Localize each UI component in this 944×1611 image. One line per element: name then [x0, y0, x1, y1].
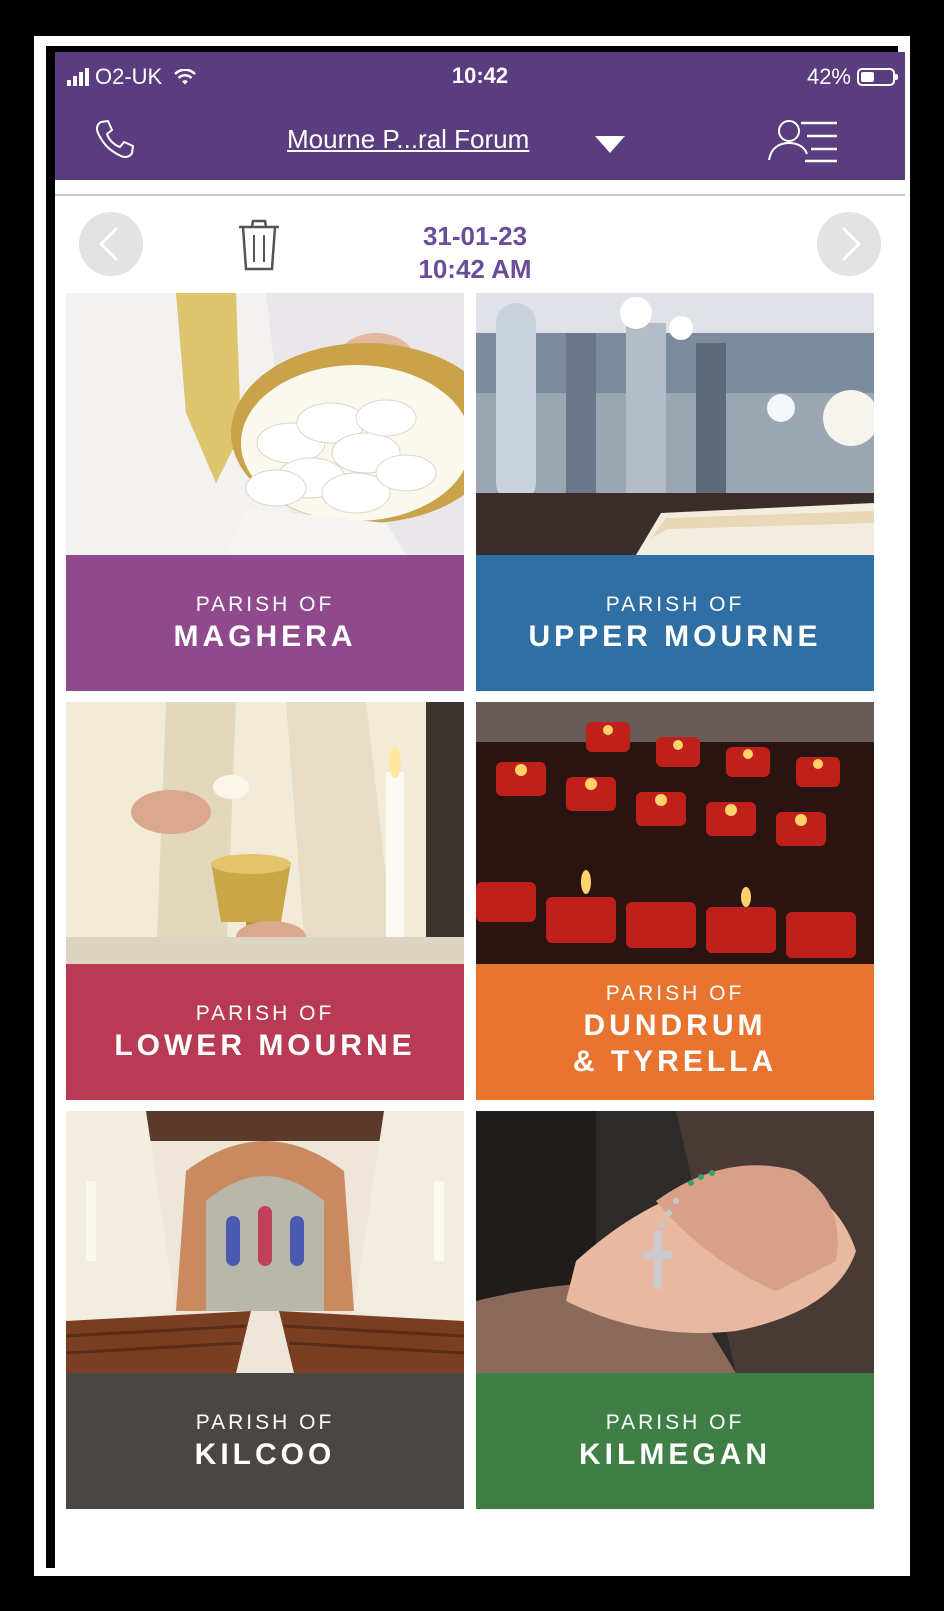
parish-name-line2: & TYRELLA [572, 1045, 778, 1078]
parish-prefix: PARISH OF [195, 593, 335, 616]
parish-tile-upper-mourne[interactable]: PARISH OF UPPER MOURNE [476, 293, 874, 691]
praying-hands-rosary-photo [476, 1111, 874, 1373]
battery-group: 42% [806, 64, 898, 90]
parish-name: KILMEGAN [579, 1438, 771, 1471]
parish-prefix: PARISH OF [195, 1002, 335, 1025]
votive-candles-photo [476, 702, 874, 964]
app-screen: O2-UK 10:42 42% Mourne P...ral Forum 31-… [55, 52, 905, 1571]
arrow-left-icon[interactable] [79, 212, 143, 276]
parish-label-lower-mourne: PARISH OF LOWER MOURNE [66, 964, 464, 1100]
forum-title-dropdown[interactable]: Mourne P...ral Forum [287, 124, 529, 155]
parish-tile-kilmegan[interactable]: PARISH OF KILMEGAN [476, 1111, 874, 1509]
parish-tile-lower-mourne[interactable]: PARISH OF LOWER MOURNE [66, 702, 464, 1100]
post-date: 31-01-23 [422, 221, 528, 251]
status-bar: O2-UK 10:42 42% [55, 52, 905, 104]
parish-name: KILCOO [194, 1438, 336, 1471]
battery-percent: 42% [806, 64, 851, 89]
top-bar: O2-UK 10:42 42% Mourne P...ral Forum [55, 52, 905, 180]
church-nave-photo [66, 1111, 464, 1373]
phone-icon[interactable] [91, 116, 139, 164]
parish-prefix: PARISH OF [605, 982, 745, 1005]
arrow-right-icon[interactable] [817, 212, 881, 276]
parish-label-maghera: PARISH OF MAGHERA [66, 555, 464, 691]
parish-tile-kilcoo[interactable]: PARISH OF KILCOO [66, 1111, 464, 1509]
trash-icon[interactable] [235, 217, 283, 273]
parish-name: UPPER MOURNE [528, 620, 822, 653]
chevron-down-icon[interactable] [595, 136, 625, 153]
user-list-icon[interactable] [765, 114, 841, 166]
post-time: 10:42 AM [418, 254, 532, 284]
parish-label-kilmegan: PARISH OF KILMEGAN [476, 1373, 874, 1509]
parish-prefix: PARISH OF [605, 1411, 745, 1434]
parish-tile-maghera[interactable]: PARISH OF MAGHERA [66, 293, 464, 691]
parish-tile-dundrum-tyrella[interactable]: PARISH OF DUNDRUM & TYRELLA [476, 702, 874, 1100]
chalice-photo [66, 702, 464, 964]
parish-name: LOWER MOURNE [114, 1029, 416, 1062]
parish-prefix: PARISH OF [605, 593, 745, 616]
battery-icon [857, 68, 898, 86]
church-interior-photo [476, 293, 874, 555]
header-nav: Mourne P...ral Forum [55, 104, 905, 180]
parish-prefix: PARISH OF [195, 1411, 335, 1434]
status-time: 10:42 [451, 63, 509, 88]
parish-label-dundrum-tyrella: PARISH OF DUNDRUM & TYRELLA [476, 964, 874, 1100]
parish-label-upper-mourne: PARISH OF UPPER MOURNE [476, 555, 874, 691]
parish-name: MAGHERA [173, 620, 357, 653]
parish-label-kilcoo: PARISH OF KILCOO [66, 1373, 464, 1509]
communion-hosts-photo [66, 293, 464, 555]
header-divider [55, 194, 905, 196]
parish-name: DUNDRUM [583, 1009, 767, 1042]
